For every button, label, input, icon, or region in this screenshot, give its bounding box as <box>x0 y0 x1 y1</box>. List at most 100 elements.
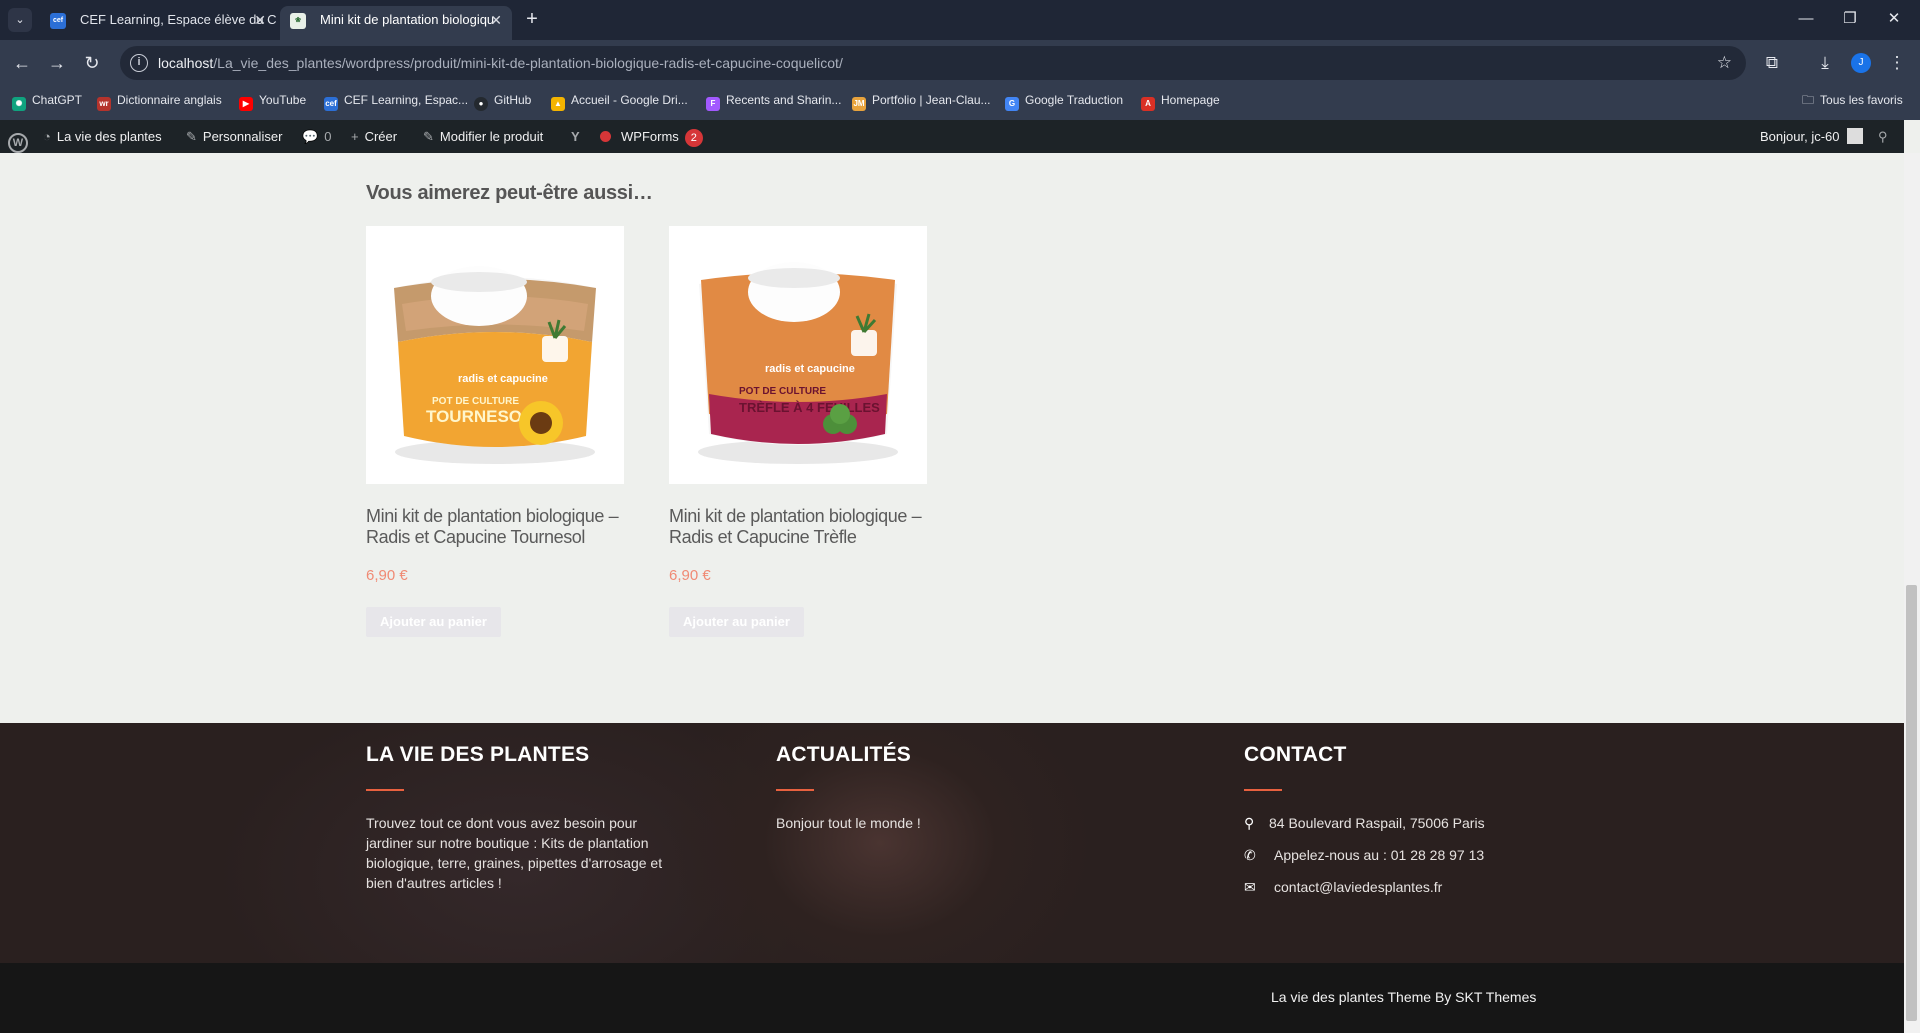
footer-about-title: LA VIE DES PLANTES <box>366 743 590 766</box>
product-card: radis et capucine POT DE CULTURE TRÈFLE … <box>669 226 927 637</box>
site-footer: LA VIE DES PLANTES Trouvez tout ce dont … <box>0 723 1904 963</box>
bookmark-google-drive[interactable]: ▲ Accueil - Google Dri... <box>551 86 688 114</box>
all-bookmarks[interactable]: 🗀 Tous les favoris <box>1802 86 1903 114</box>
product-price: 6,90 € <box>669 567 711 584</box>
scrollbar-thumb[interactable] <box>1906 585 1917 1021</box>
tab-label: Mini kit de plantation biologiqu <box>320 12 495 27</box>
google-drive-icon: ▲ <box>551 97 565 111</box>
avatar <box>1846 128 1863 144</box>
admin-customize-link[interactable]: ✎ Personnaliser <box>186 120 282 153</box>
admin-comments-link[interactable]: 💬 0 <box>302 120 331 153</box>
browser-tab-strip: ⌄ cef CEF Learning, Espace élève du C ✕ … <box>0 0 1920 40</box>
bookmark-cef[interactable]: cef CEF Learning, Espac... <box>324 86 468 114</box>
product-card: radis et capucine POT DE CULTURE TOURNES… <box>366 226 624 637</box>
github-icon: ● <box>474 97 488 111</box>
footer-divider <box>366 789 404 791</box>
cef-icon: cef <box>50 13 66 29</box>
pack-label-text: POT DE CULTURE <box>739 386 826 397</box>
wordpress-logo-icon[interactable]: W <box>8 120 28 153</box>
footer-divider <box>1244 789 1282 791</box>
phone-icon: ✆ <box>1244 847 1256 863</box>
bookmark-homepage[interactable]: A Homepage <box>1141 86 1220 114</box>
pack-variety-text: TRÈFLE À 4 FEUILLES <box>739 400 880 415</box>
admin-create-link[interactable]: + Créer <box>351 120 397 153</box>
url-text[interactable]: localhost/La_vie_des_plantes/wordpress/p… <box>158 46 843 80</box>
footer-news-link[interactable]: Bonjour tout le monde ! <box>776 813 1076 833</box>
footer-contact: CONTACT ⚲ 84 Boulevard Raspail, 75006 Par… <box>1244 743 1604 909</box>
add-to-cart-button[interactable]: Ajouter au panier <box>366 607 501 637</box>
menu-icon[interactable]: ⋮ <box>1884 50 1910 76</box>
address-bar[interactable]: i localhost/La_vie_des_plantes/wordpress… <box>120 46 1746 80</box>
wp-admin-bar: W ◔ La vie des plantes ✎ Personnaliser 💬 0 … <box>0 120 1904 153</box>
notification-badge: 2 <box>684 129 703 147</box>
footer-credit: La vie des plantes Theme By SKT Themes <box>1271 989 1537 1005</box>
pack-brand-text: radis et capucine <box>765 363 855 375</box>
bookmark-google-translate[interactable]: G Google Traduction <box>1005 86 1123 114</box>
related-products-title: Vous aimerez peut-être aussi… <box>366 182 653 204</box>
envelope-icon: ✉ <box>1244 879 1256 895</box>
search-icon[interactable]: ⚲ <box>1878 120 1888 153</box>
pack-brand-text: radis et capucine <box>458 373 548 385</box>
footer-about-text: Trouvez tout ce dont vous avez besoin po… <box>366 815 663 891</box>
pencil-icon: ✎ <box>423 129 434 144</box>
homepage-icon: A <box>1141 97 1155 111</box>
footer-about: LA VIE DES PLANTES Trouvez tout ce dont … <box>366 743 666 893</box>
pack-variety-text: TOURNESOL <box>426 407 532 426</box>
pack-label-text: POT DE CULTURE <box>432 396 519 407</box>
bookmark-star-icon[interactable]: ☆ <box>1717 46 1732 80</box>
extensions-icon[interactable]: ⧉ <box>1759 50 1785 76</box>
plus-icon: + <box>351 129 359 144</box>
bookmark-portfolio[interactable]: JM Portfolio | Jean-Clau... <box>852 86 991 114</box>
browser-tab-cef[interactable]: cef CEF Learning, Espace élève du C ✕ <box>40 6 276 40</box>
site-icon: ❀ <box>290 13 306 29</box>
bookmark-figma[interactable]: F Recents and Sharin... <box>706 86 841 114</box>
status-dot-icon <box>600 131 611 142</box>
figma-icon: F <box>706 97 720 111</box>
restore-button[interactable]: ❐ <box>1830 8 1870 32</box>
bookmarks-bar: ✺ ChatGPT wr Dictionnaire anglais ▶ YouTube… <box>0 86 1920 120</box>
yoast-icon[interactable]: Y <box>571 120 580 153</box>
close-icon[interactable]: ✕ <box>490 6 502 34</box>
wordreference-icon: wr <box>97 97 111 111</box>
contact-email[interactable]: ✉ contact@laviedesplantes.fr <box>1244 877 1604 909</box>
site-info-icon[interactable]: i <box>130 54 148 72</box>
admin-edit-product-link[interactable]: ✎ Modifier le produit <box>423 120 543 153</box>
admin-site-link[interactable]: ◔ La vie des plantes <box>43 120 162 153</box>
youtube-icon: ▶ <box>239 97 253 111</box>
product-image[interactable]: radis et capucine POT DE CULTURE TOURNES… <box>366 226 624 484</box>
bookmark-dictionnaire[interactable]: wr Dictionnaire anglais <box>97 86 222 114</box>
product-title-link[interactable]: Mini kit de plantation biologique – Radi… <box>669 506 927 548</box>
new-tab-button[interactable]: + <box>520 8 544 32</box>
close-icon[interactable]: ✕ <box>254 6 266 34</box>
google-translate-icon: G <box>1005 97 1019 111</box>
map-pin-icon: ⚲ <box>1244 815 1255 831</box>
tab-search-button[interactable]: ⌄ <box>8 8 32 32</box>
contact-phone: ✆ Appelez-nous au : 01 28 28 97 13 <box>1244 847 1485 863</box>
product-title-link[interactable]: Mini kit de plantation biologique – Radi… <box>366 506 624 548</box>
download-icon[interactable]: ⤓ <box>1812 50 1838 76</box>
bookmark-github[interactable]: ● GitHub <box>474 86 531 114</box>
brush-icon: ✎ <box>186 129 197 144</box>
admin-wpforms-link[interactable]: WPForms 2 <box>600 120 703 153</box>
browser-tab-active[interactable]: ❀ Mini kit de plantation biologiqu ✕ <box>280 6 512 40</box>
footer-bottom-bar: La vie des plantes Theme By SKT Themes <box>0 963 1904 1033</box>
add-to-cart-button[interactable]: Ajouter au panier <box>669 607 804 637</box>
profile-avatar[interactable]: J <box>1851 53 1871 73</box>
comment-icon: 💬 <box>302 129 319 144</box>
footer-contact-title: CONTACT <box>1244 743 1347 766</box>
bookmark-youtube[interactable]: ▶ YouTube <box>239 86 306 114</box>
bookmark-chatgpt[interactable]: ✺ ChatGPT <box>12 86 82 114</box>
product-image[interactable]: radis et capucine POT DE CULTURE TRÈFLE … <box>669 226 927 484</box>
forward-button[interactable]: → <box>44 50 70 76</box>
browser-toolbar: ← → ↻ i localhost/La_vie_des_plantes/wor… <box>0 40 1920 86</box>
chatgpt-icon: ✺ <box>12 97 26 111</box>
sunflower-icon <box>519 401 563 445</box>
reload-button[interactable]: ↻ <box>79 50 105 76</box>
minimize-button[interactable]: — <box>1786 8 1826 32</box>
dashboard-icon: ◔ <box>43 129 51 144</box>
window-close-button[interactable]: ✕ <box>1874 8 1914 32</box>
tab-label: CEF Learning, Espace élève du C <box>80 12 276 27</box>
back-button[interactable]: ← <box>9 50 35 76</box>
admin-account-link[interactable]: Bonjour, jc-60 <box>1760 120 1863 153</box>
contact-address: ⚲ 84 Boulevard Raspail, 75006 Paris <box>1244 815 1485 831</box>
